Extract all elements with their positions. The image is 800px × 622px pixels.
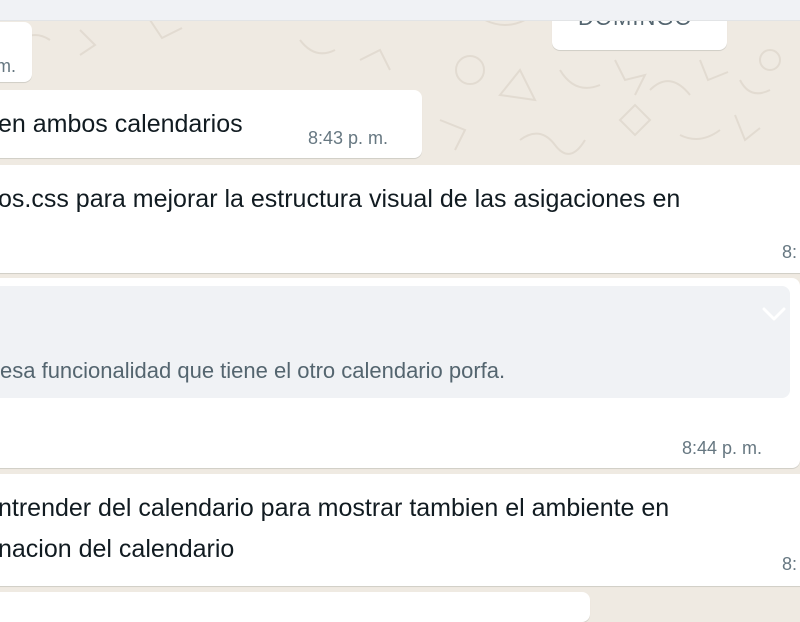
message-text-line: ntrender del calendario para mostrar tam… <box>0 494 670 522</box>
message-text: en ambos calendarios <box>0 110 243 138</box>
quoted-message[interactable]: esa funcionalidad que tiene el otro cale… <box>0 286 790 398</box>
message-bubble[interactable]: en ambos calendarios 8:43 p. m. <box>0 90 422 158</box>
message-bubble[interactable]: esa funcionalidad que tiene el otro cale… <box>0 278 800 468</box>
top-bar-overlay <box>0 0 800 21</box>
message-bubble[interactable]: m. <box>0 22 32 82</box>
message-time: m. <box>0 56 16 76</box>
chevron-down-icon[interactable] <box>760 304 788 324</box>
message-text: os.css para mejorar la estructura visual… <box>0 185 681 213</box>
message-bubble[interactable] <box>0 592 590 622</box>
quoted-message-text: esa funcionalidad que tiene el otro cale… <box>0 358 506 383</box>
message-text-line: nacion del calendario <box>0 535 235 563</box>
message-bubble[interactable]: os.css para mejorar la estructura visual… <box>0 165 800 273</box>
message-time: 8:43 p. m. <box>308 128 389 148</box>
message-time: 8: <box>782 554 798 574</box>
message-bubble[interactable]: ntrender del calendario para mostrar tam… <box>0 474 800 586</box>
message-time: 8:44 p. m. <box>682 438 763 458</box>
message-time: 8: <box>782 242 798 262</box>
